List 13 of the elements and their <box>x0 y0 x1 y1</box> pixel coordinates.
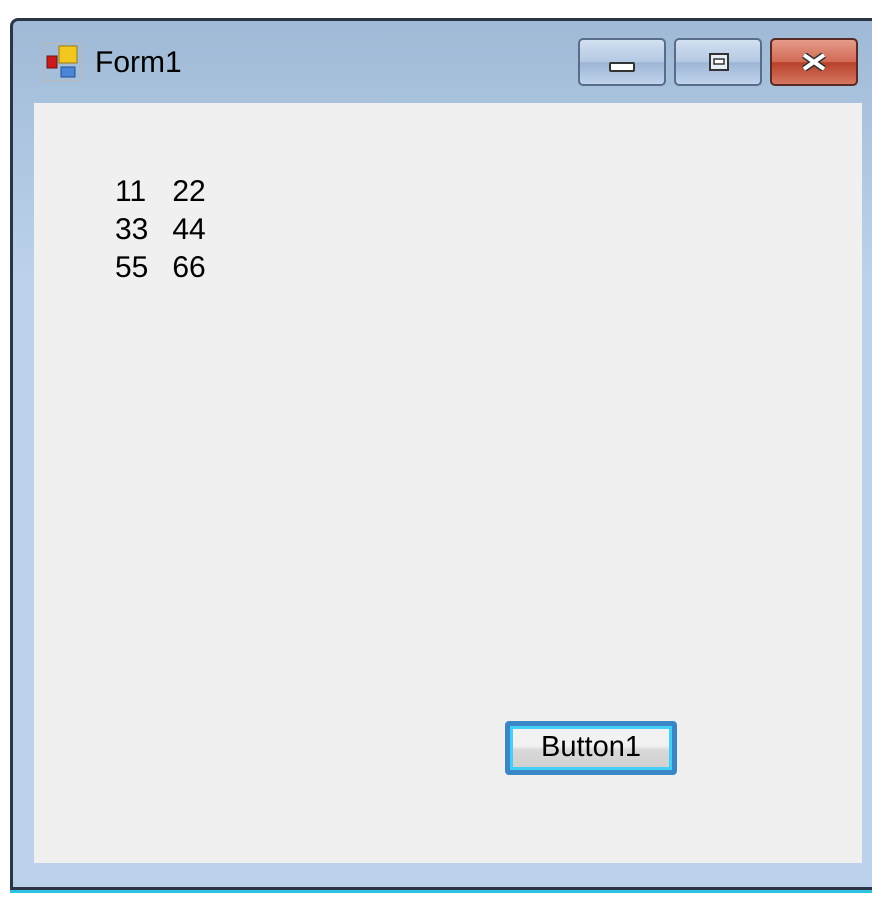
minimize-button[interactable] <box>578 38 666 86</box>
window-title: Form1 <box>95 44 182 80</box>
number-label: 22 <box>172 174 206 210</box>
number-label: 11 <box>115 174 148 210</box>
maximize-button[interactable] <box>674 38 762 86</box>
number-label: 33 <box>115 212 148 248</box>
close-icon <box>800 53 828 71</box>
number-label: 66 <box>172 250 206 286</box>
number-label: 55 <box>115 250 148 286</box>
form-button[interactable]: Button1 <box>505 721 677 775</box>
app-icon <box>43 43 81 81</box>
number-label: 44 <box>172 212 206 248</box>
close-button[interactable] <box>770 38 858 86</box>
